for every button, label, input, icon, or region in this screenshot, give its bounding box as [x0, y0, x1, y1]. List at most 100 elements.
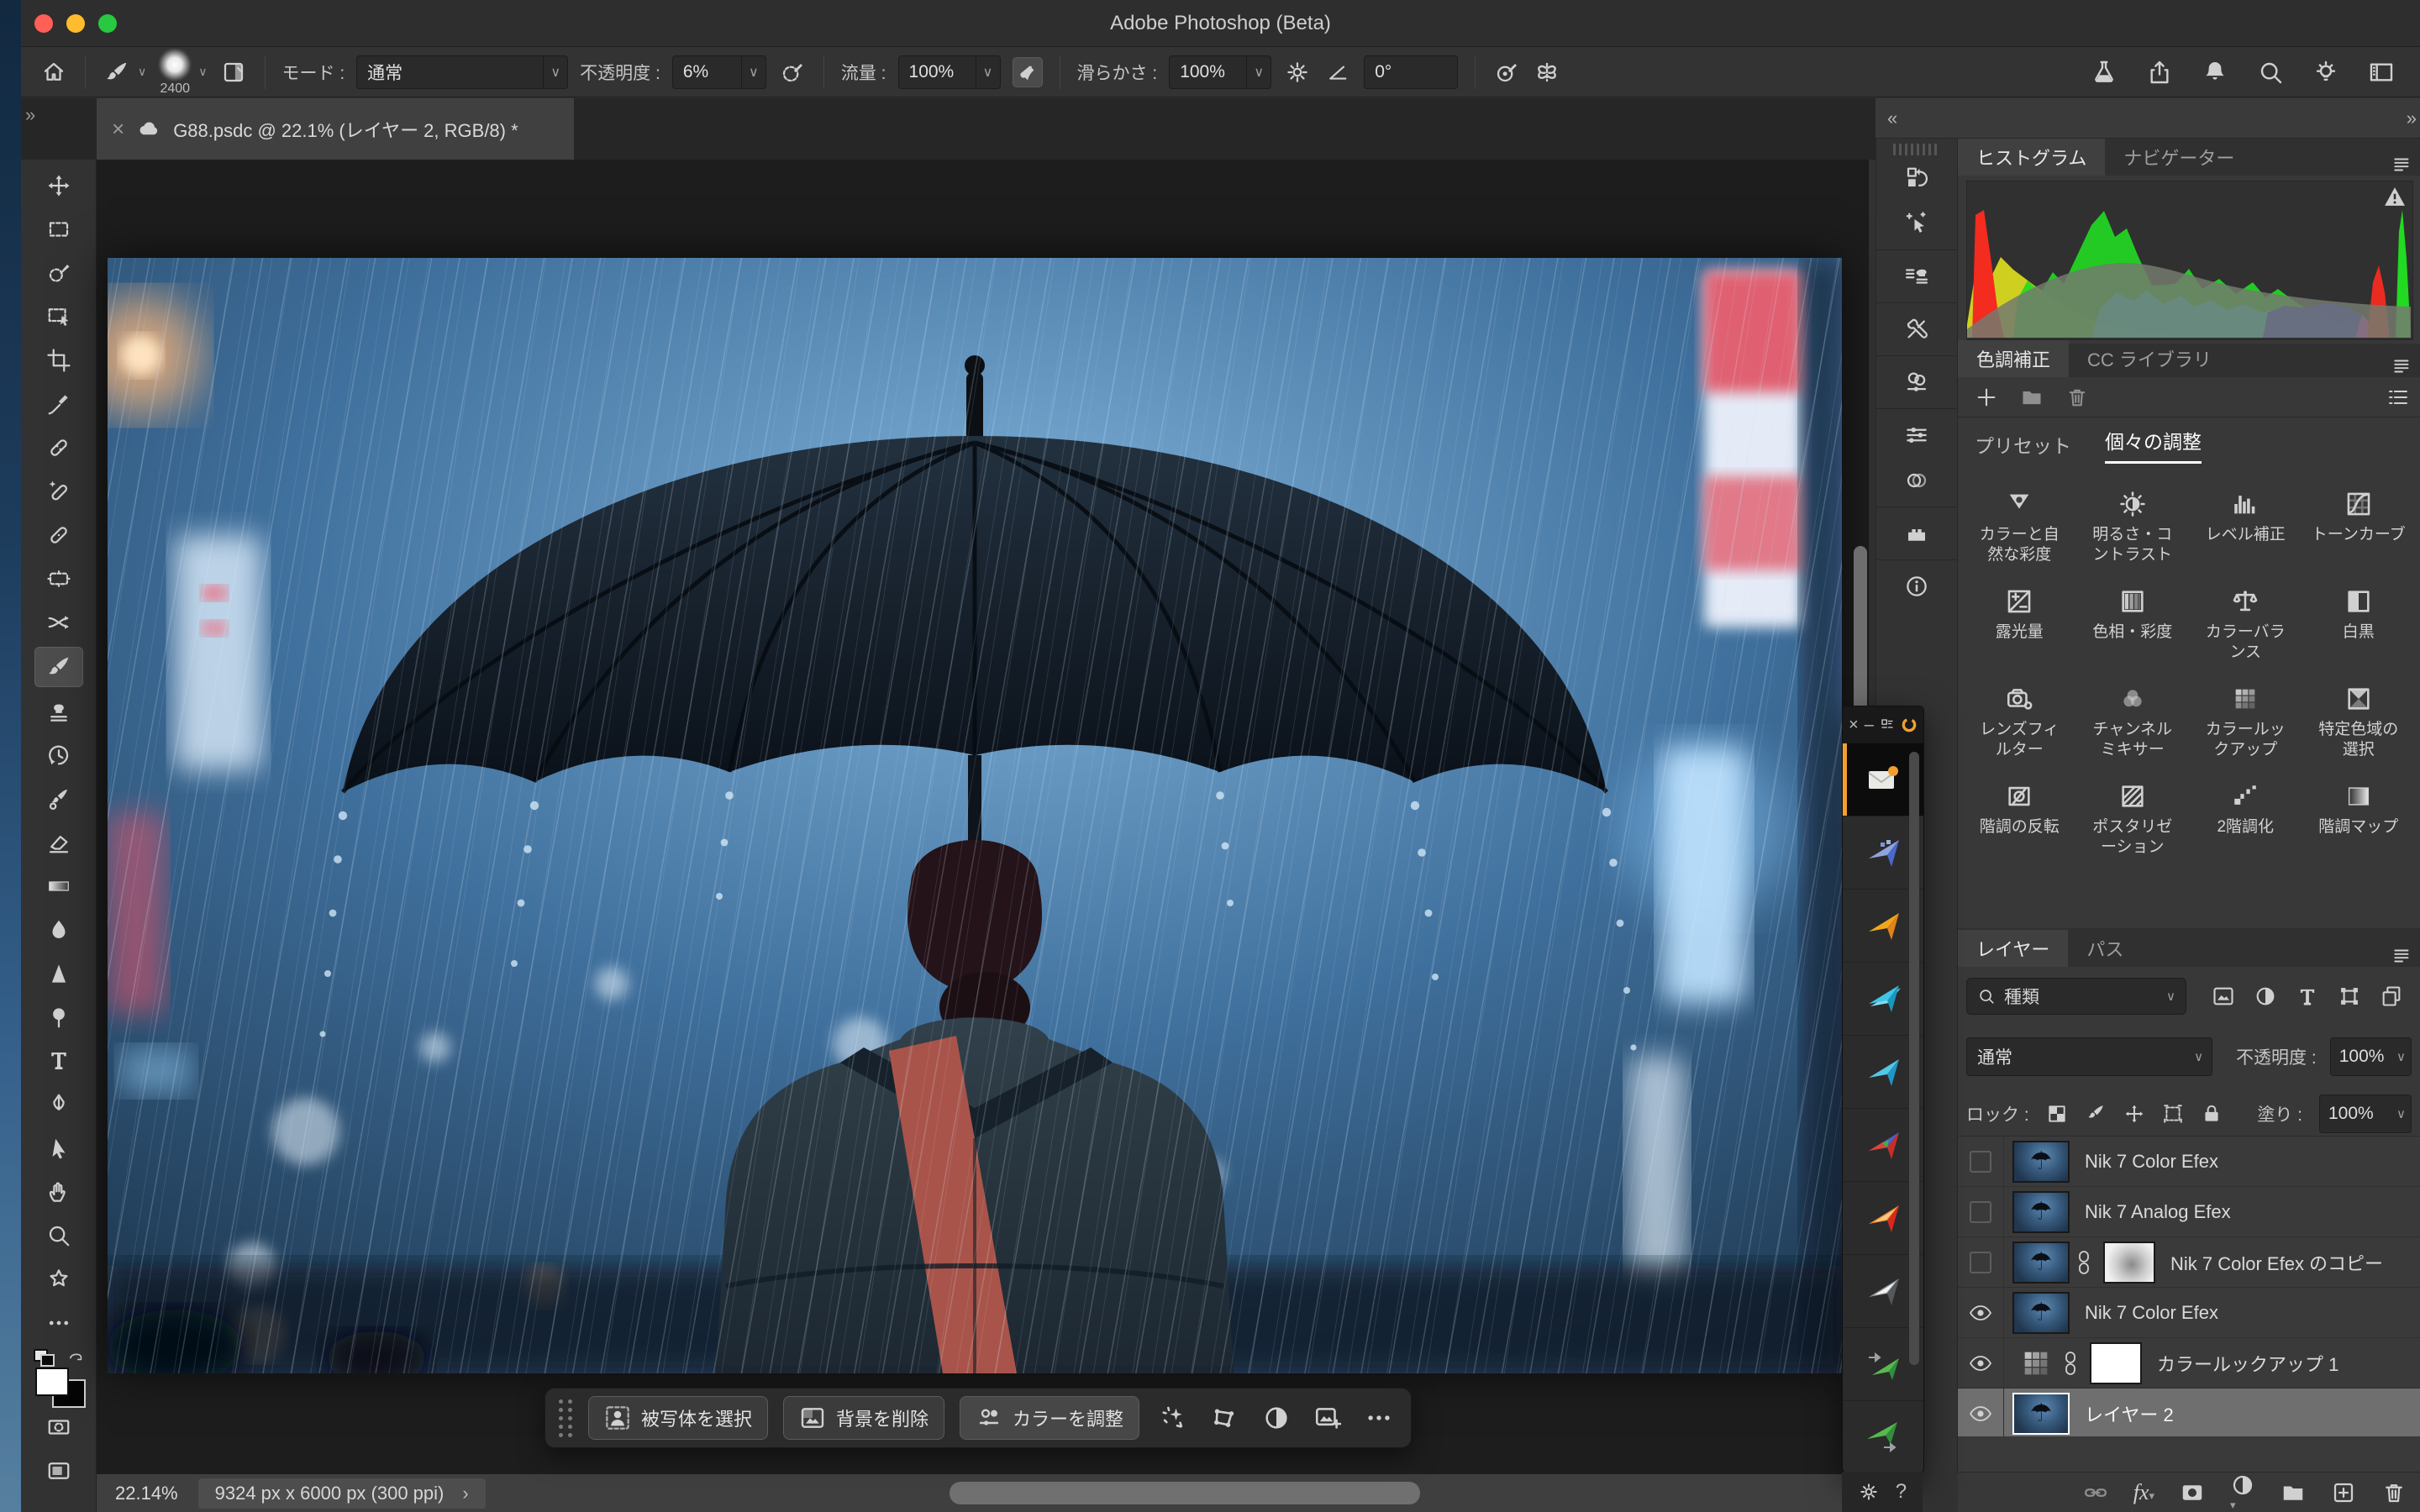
- discover-lightbulb-icon[interactable]: [2312, 59, 2339, 86]
- workspace-switcher-icon[interactable]: [2368, 59, 2395, 86]
- spot-healing-brush-tool[interactable]: [35, 472, 82, 511]
- notifications-bell-icon[interactable]: [2202, 59, 2228, 86]
- lock-image-pixels-icon[interactable]: [2085, 1103, 2107, 1125]
- brush-tool-icon[interactable]: [103, 58, 131, 87]
- new-layer-icon[interactable]: [2331, 1480, 2356, 1505]
- settings-gear-icon[interactable]: [1858, 1481, 1880, 1503]
- opacity-field[interactable]: 6%∨: [672, 55, 766, 89]
- shape-star-tool[interactable]: [35, 1260, 82, 1299]
- adjustment-levels[interactable]: レベル補正: [2189, 490, 2302, 565]
- layer-row[interactable]: ☂ Nik 7 Analog Efex: [1958, 1187, 2420, 1237]
- healing-brush-tool[interactable]: [35, 516, 82, 554]
- layer-row[interactable]: ☂ Nik 7 Color Efex: [1958, 1137, 2420, 1187]
- expand-toolbar-chevron[interactable]: »: [25, 104, 34, 126]
- delete-icon[interactable]: [2065, 386, 2089, 409]
- adjustment-hue-saturation[interactable]: 色相・彩度: [2076, 587, 2190, 663]
- minimize-icon[interactable]: –: [1865, 716, 1874, 735]
- panel-view-icon[interactable]: [1880, 717, 1895, 732]
- tab-histogram[interactable]: ヒストグラム: [1958, 139, 2105, 176]
- list-view-icon[interactable]: [2386, 386, 2410, 409]
- select-subject-button[interactable]: 被写体を選択: [588, 1396, 768, 1440]
- tab-single-adjustments[interactable]: 個々の調整: [2105, 426, 2202, 464]
- adjust-colors-button[interactable]: カラーを調整: [960, 1396, 1139, 1440]
- layer-thumbnail[interactable]: ☂: [2012, 1393, 2070, 1435]
- patch-tool[interactable]: [35, 559, 82, 598]
- lock-position-icon[interactable]: [2123, 1103, 2145, 1125]
- cached-data-warning-icon[interactable]: [2384, 186, 2406, 207]
- foreground-background-colors[interactable]: [32, 1349, 86, 1404]
- visibility-toggle[interactable]: [1958, 1288, 2004, 1337]
- layer-row-selected[interactable]: ☂ レイヤー 2: [1958, 1389, 2420, 1439]
- more-options-icon[interactable]: [1361, 1399, 1397, 1436]
- brush-tool[interactable]: [34, 647, 83, 687]
- layer-thumbnail[interactable]: ☂: [2012, 1292, 2070, 1334]
- lock-all-icon[interactable]: [2201, 1103, 2223, 1125]
- tools-panel-icon[interactable]: [1891, 307, 1942, 352]
- nik-palette-scrollbar[interactable]: [1909, 752, 1919, 1365]
- swap-colors-icon[interactable]: [67, 1347, 86, 1362]
- adjustment-invert[interactable]: 階調の反転: [1963, 782, 2076, 858]
- layer-row[interactable]: ☂ Nik 7 Color Efex: [1958, 1288, 2420, 1338]
- taskbar-drag-handle[interactable]: [559, 1399, 573, 1437]
- remove-background-button[interactable]: 背景を削除: [783, 1396, 944, 1440]
- help-icon[interactable]: ?: [1896, 1480, 1907, 1504]
- eyedropper-tool[interactable]: [35, 385, 82, 423]
- history-brush-tool[interactable]: [35, 736, 82, 774]
- adjustment-posterize[interactable]: ポスタリゼーション: [2076, 782, 2190, 858]
- share-icon[interactable]: [2146, 59, 2173, 86]
- status-chevron-icon[interactable]: ›: [462, 1483, 468, 1504]
- eraser-tool[interactable]: [35, 823, 82, 862]
- path-selection-tool[interactable]: [35, 1129, 82, 1168]
- home-icon[interactable]: [39, 58, 68, 87]
- new-adjustment-layer-icon[interactable]: ▾: [2230, 1473, 2255, 1512]
- blend-mode-select[interactable]: 通常 ∨: [1966, 1037, 2212, 1076]
- link-layers-icon[interactable]: [2083, 1480, 2108, 1505]
- collapse-panels-chevron[interactable]: «: [1887, 108, 1897, 129]
- lock-transparent-pixels-icon[interactable]: [2046, 1103, 2068, 1125]
- layer-opacity-field[interactable]: 100% ∨: [2330, 1037, 2412, 1076]
- plugins-panel-icon[interactable]: [1891, 511, 1942, 556]
- mixer-brush-tool[interactable]: [35, 780, 82, 818]
- zoom-tool[interactable]: [35, 1216, 82, 1255]
- document-tab[interactable]: × G88.psdc @ 22.1% (レイヤー 2, RGB/8) *: [97, 98, 574, 160]
- rectangular-marquee-tool[interactable]: [35, 210, 82, 249]
- adjustment-exposure[interactable]: 露光量: [1963, 587, 2076, 663]
- foreground-color-swatch[interactable]: [35, 1368, 69, 1396]
- adjustment-gradient-map[interactable]: 階調マップ: [2302, 782, 2416, 858]
- tab-presets[interactable]: プリセット: [1975, 430, 2071, 459]
- delete-layer-icon[interactable]: [2381, 1480, 2407, 1505]
- new-group-icon[interactable]: [2281, 1480, 2306, 1505]
- layer-row[interactable]: カラールックアップ 1: [1958, 1338, 2420, 1389]
- panel-menu-icon[interactable]: [2391, 945, 2413, 967]
- clone-stamp-tool[interactable]: [35, 692, 82, 731]
- panel-menu-icon[interactable]: [2391, 355, 2413, 377]
- flow-field[interactable]: 100%∨: [898, 55, 1001, 89]
- screen-mode-button[interactable]: [35, 1452, 82, 1490]
- history-panel-icon[interactable]: [1891, 155, 1942, 201]
- tab-paths[interactable]: パス: [2068, 930, 2142, 967]
- brush-preset-picker[interactable]: 2400: [158, 48, 192, 97]
- visibility-toggle[interactable]: [1958, 1187, 2004, 1236]
- toggle-brush-panel-icon[interactable]: [219, 58, 248, 87]
- mode-select[interactable]: 通常∨: [356, 55, 568, 89]
- layer-thumbnail[interactable]: ☂: [2012, 1141, 2070, 1183]
- edit-toolbar-icon[interactable]: [35, 1304, 82, 1342]
- quick-mask-button[interactable]: [35, 1408, 82, 1446]
- tab-navigator[interactable]: ナビゲーター: [2105, 139, 2253, 176]
- smoothing-field[interactable]: 100%∨: [1169, 55, 1271, 89]
- clone-source-panel-icon[interactable]: [1891, 254, 1942, 299]
- info-panel-icon[interactable]: [1891, 564, 1942, 609]
- gradients-panel-icon[interactable]: [1891, 458, 1942, 503]
- layer-filter-select[interactable]: 種類 ∨: [1966, 978, 2186, 1015]
- layer-mask-thumbnail[interactable]: [2090, 1342, 2142, 1384]
- layer-thumbnail[interactable]: ☂: [2012, 1242, 2070, 1284]
- brush-settings-gear-icon[interactable]: [1283, 58, 1312, 87]
- hand-tool[interactable]: [35, 1173, 82, 1211]
- adjustment-threshold[interactable]: 2階調化: [2189, 782, 2302, 858]
- crop-tool[interactable]: [35, 341, 82, 380]
- pressure-size-icon[interactable]: [1492, 58, 1521, 87]
- smart-objects-filter-icon[interactable]: [2380, 984, 2403, 1008]
- layer-row[interactable]: ☂ Nik 7 Color Efex のコピー: [1958, 1237, 2420, 1288]
- add-image-icon[interactable]: [1309, 1399, 1345, 1436]
- airbrush-icon[interactable]: [1013, 57, 1043, 87]
